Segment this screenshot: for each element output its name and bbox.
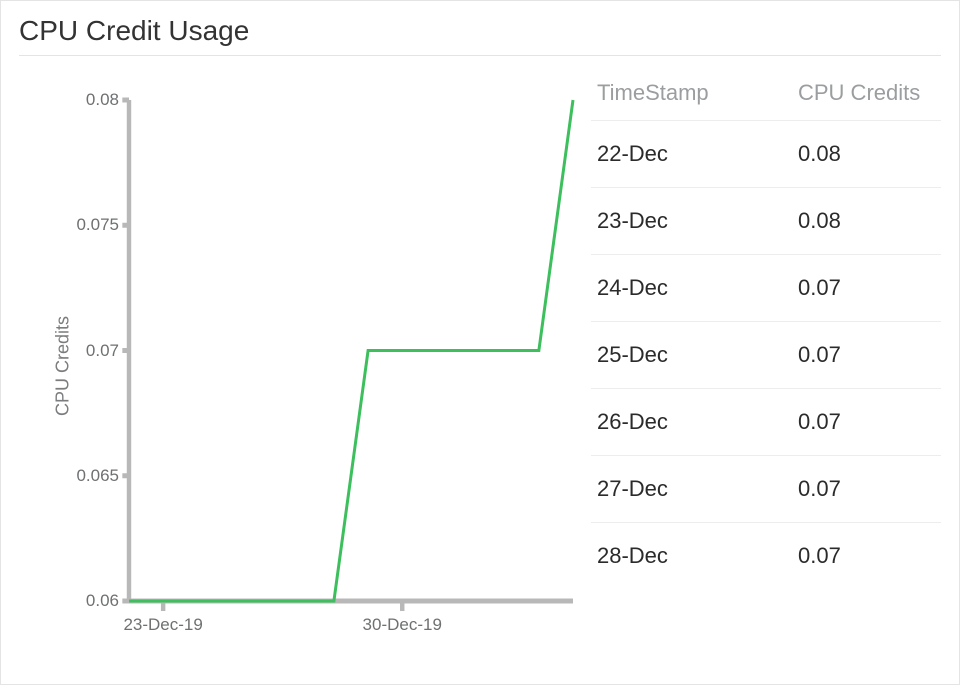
x-tick-label: 23-Dec-19 xyxy=(123,615,202,635)
panel-title: CPU Credit Usage xyxy=(19,15,941,47)
x-tick-label: 30-Dec-19 xyxy=(363,615,442,635)
cell-cpu: 0.07 xyxy=(792,456,941,523)
y-axis-labels: 0.08 0.075 0.07 0.065 0.06 xyxy=(59,100,119,601)
cell-timestamp: 23-Dec xyxy=(591,188,792,255)
table-header-row: TimeStamp CPU Credits xyxy=(591,70,941,121)
col-header-cpu: CPU Credits xyxy=(792,70,941,121)
cell-timestamp: 26-Dec xyxy=(591,389,792,456)
table-row: 25-Dec 0.07 xyxy=(591,322,941,389)
chart-svg xyxy=(129,100,573,601)
plot-area xyxy=(129,100,573,601)
panel: CPU Credit Usage CPU Credits 0.08 0.075 … xyxy=(0,0,960,685)
divider xyxy=(19,55,941,56)
chart-column: CPU Credits 0.08 0.075 0.07 0.065 0.06 xyxy=(19,70,573,661)
cell-timestamp: 22-Dec xyxy=(591,121,792,188)
cell-cpu: 0.08 xyxy=(792,121,941,188)
cell-timestamp: 24-Dec xyxy=(591,255,792,322)
table-row: 24-Dec 0.07 xyxy=(591,255,941,322)
panel-body: CPU Credits 0.08 0.075 0.07 0.065 0.06 xyxy=(19,70,941,661)
col-header-timestamp: TimeStamp xyxy=(591,70,792,121)
y-tick-label: 0.065 xyxy=(59,466,119,486)
cell-timestamp: 27-Dec xyxy=(591,456,792,523)
table-column: TimeStamp CPU Credits 22-Dec 0.08 23-Dec… xyxy=(591,70,941,661)
cell-timestamp: 25-Dec xyxy=(591,322,792,389)
table-row: 26-Dec 0.07 xyxy=(591,389,941,456)
x-axis-labels: 23-Dec-19 30-Dec-19 xyxy=(129,615,573,639)
y-tick-label: 0.06 xyxy=(59,591,119,611)
table-row: 27-Dec 0.07 xyxy=(591,456,941,523)
cell-cpu: 0.07 xyxy=(792,322,941,389)
table-row: 22-Dec 0.08 xyxy=(591,121,941,188)
y-tick-label: 0.07 xyxy=(59,341,119,361)
chart-wrap: CPU Credits 0.08 0.075 0.07 0.065 0.06 xyxy=(19,70,573,661)
data-table: TimeStamp CPU Credits 22-Dec 0.08 23-Dec… xyxy=(591,70,941,589)
cell-cpu: 0.07 xyxy=(792,523,941,590)
y-tick-label: 0.075 xyxy=(59,215,119,235)
y-tick-label: 0.08 xyxy=(59,90,119,110)
cell-cpu: 0.07 xyxy=(792,255,941,322)
table-row: 23-Dec 0.08 xyxy=(591,188,941,255)
cell-cpu: 0.08 xyxy=(792,188,941,255)
table-row: 28-Dec 0.07 xyxy=(591,523,941,590)
cell-timestamp: 28-Dec xyxy=(591,523,792,590)
cell-cpu: 0.07 xyxy=(792,389,941,456)
